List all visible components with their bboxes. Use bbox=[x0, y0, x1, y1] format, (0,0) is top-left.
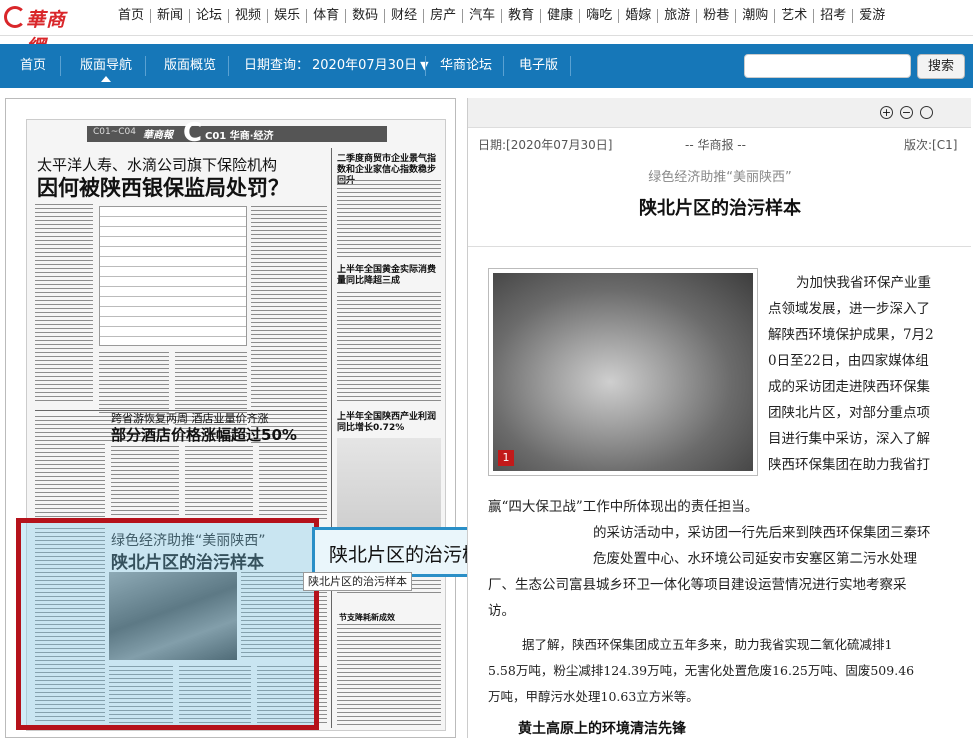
page-letter: C bbox=[183, 119, 203, 148]
top-nav-item[interactable]: 旅游 bbox=[658, 9, 698, 23]
search-input[interactable] bbox=[744, 54, 911, 78]
nav-divider bbox=[503, 56, 504, 76]
nav-forum[interactable]: 华商论坛 bbox=[440, 44, 492, 88]
photo-number-badge: 1 bbox=[498, 450, 514, 466]
article-paragraph-1-end: 赢“四大保卫战”工作中所体现出的责任担当。 bbox=[488, 499, 759, 515]
top-nav-item[interactable]: 体育 bbox=[307, 9, 347, 23]
article-line: 0日至22日，由四家媒体组 bbox=[768, 353, 929, 369]
top-nav-item[interactable]: 论坛 bbox=[190, 9, 230, 23]
top-nav-item[interactable]: 健康 bbox=[541, 9, 581, 23]
text-column bbox=[259, 446, 327, 522]
nav-divider bbox=[228, 56, 229, 76]
selected-article-hotspot[interactable] bbox=[16, 518, 319, 730]
article-line: 危废处置中心、水环境公司延安市安塞区第二污水处理 bbox=[593, 551, 917, 567]
top-nav-item[interactable]: 财经 bbox=[385, 9, 425, 23]
article-line: 陕西环保集团在助力我省打 bbox=[768, 457, 930, 473]
article-meta: 日期:[2020年07月30日] -- 华商报 -- 版次:[C1] bbox=[468, 134, 971, 156]
story1-headline: 因何被陕西银保监局处罚？ bbox=[37, 176, 289, 200]
article-line: 目进行集中采访，深入了解 bbox=[768, 431, 930, 447]
article-line: 团陕北片区，对部分重点项 bbox=[768, 405, 930, 421]
article-date: 日期:[2020年07月30日] bbox=[478, 138, 613, 152]
zoom-in-icon[interactable]: + bbox=[880, 106, 893, 119]
article-line: 成的采访团走进陕西环保集 bbox=[768, 379, 930, 395]
article-line: 万吨，甲醇污水处理10.63立方米等。 bbox=[488, 689, 699, 704]
right-low-headline: 上半年全国陕西产业利润同比增长0.72% bbox=[337, 412, 437, 433]
date-query-label: 日期查询： bbox=[244, 58, 310, 73]
top-nav-item[interactable]: 招考 bbox=[814, 9, 854, 23]
story1-table bbox=[99, 206, 247, 346]
zoom-out-icon[interactable]: − bbox=[900, 106, 913, 119]
active-tab-indicator-icon bbox=[101, 76, 111, 82]
page-brand: 華商報 bbox=[143, 130, 173, 141]
date-query-value: 2020年07月30日 bbox=[312, 58, 418, 73]
top-nav-item[interactable]: 教育 bbox=[502, 9, 542, 23]
title-divider bbox=[468, 246, 971, 247]
article-line: 访。 bbox=[488, 603, 515, 619]
nav-divider bbox=[425, 56, 426, 76]
top-nav-item[interactable]: 艺术 bbox=[775, 9, 815, 23]
article-line: 为加快我省环保产业重 bbox=[796, 275, 931, 291]
text-column bbox=[35, 204, 93, 404]
top-nav-item[interactable]: 娱乐 bbox=[268, 9, 308, 23]
text-column bbox=[111, 446, 179, 522]
native-title-tooltip: 陕北片区的治污样本 bbox=[303, 572, 412, 591]
nav-divider bbox=[145, 56, 146, 76]
page-label: C01 华商·经济 bbox=[205, 131, 274, 142]
article-photo-image bbox=[493, 273, 753, 471]
article-panel: + − 日期:[2020年07月30日] -- 华商报 -- 版次:[C1] 绿… bbox=[467, 98, 971, 738]
article-line: 解陕西环境保护成果，7月2 bbox=[768, 327, 934, 343]
top-nav-item[interactable]: 汽车 bbox=[463, 9, 503, 23]
nav-home[interactable]: 首页 bbox=[20, 44, 46, 88]
article-line: 厂、生态公司富县城乡环卫一体化等项目建设运营情况进行实地考察采 bbox=[488, 577, 907, 593]
story2-headline: 部分酒店价格涨幅超过50% bbox=[111, 426, 297, 444]
article-paragraph-3: 据了解，陕西环保集团成立五年多来，助力我省实现二氧化硫减排1 5.58万吨，粉尘… bbox=[488, 632, 971, 710]
top-nav-item[interactable]: 爱游 bbox=[853, 9, 891, 23]
article-source: -- 华商报 -- bbox=[685, 138, 746, 152]
text-column bbox=[337, 180, 441, 258]
top-nav-item[interactable]: 嗨吃 bbox=[580, 9, 620, 23]
text-column bbox=[337, 292, 441, 402]
text-column bbox=[35, 416, 105, 522]
top-nav-item[interactable]: 婚嫁 bbox=[619, 9, 659, 23]
top-nav-item[interactable]: 视频 bbox=[229, 9, 269, 23]
page-section-range: C01~C04 bbox=[93, 127, 137, 137]
site-logo[interactable]: 華商網 bbox=[4, 4, 74, 58]
logo-mark-icon bbox=[4, 6, 26, 28]
reset-zoom-icon[interactable] bbox=[920, 106, 933, 119]
nav-divider bbox=[570, 56, 571, 76]
top-nav-item[interactable]: 潮购 bbox=[736, 9, 776, 23]
top-nav-item[interactable]: 粉巷 bbox=[697, 9, 737, 23]
article-kicker: 绿色经济助推“美丽陕西” bbox=[648, 170, 792, 185]
top-nav-item[interactable]: 首页 bbox=[112, 9, 152, 23]
top-nav: 首页 新闻 论坛 视频 娱乐 体育 数码 财经 房产 汽车 教育 健康 嗨吃 婚嫁 旅游 粉巷 潮购 艺术 招考 爱游 bbox=[112, 9, 891, 23]
column-rule bbox=[331, 148, 332, 728]
nav-divider bbox=[60, 56, 61, 76]
top-bar: 華商網 首页新闻论坛视频娱乐体育数码财经房产汽车教育健康嗨吃婚嫁旅游粉巷潮购艺术… bbox=[0, 0, 973, 58]
search-button[interactable]: 搜索 bbox=[917, 54, 965, 79]
article-line: 的采访活动中，采访团一行先后来到陕西环保集团三秦环 bbox=[593, 525, 931, 541]
article-photo[interactable]: 1 bbox=[488, 268, 758, 476]
nav-epaper[interactable]: 电子版 bbox=[519, 44, 558, 88]
article-paragraph-1: 为加快我省环保产业重 点领域发展，进一步深入了 解陕西环境保护成果，7月2 0日… bbox=[768, 270, 968, 478]
right-mid-headline: 上半年全国黄金实际消费量同比降超三成 bbox=[337, 265, 437, 286]
article-subheading: 黄土高原上的环境清洁先锋 bbox=[518, 721, 686, 737]
top-nav-item[interactable]: 数码 bbox=[346, 9, 386, 23]
text-column bbox=[337, 624, 441, 728]
article-line: 据了解，陕西环保集团成立五年多来，助力我省实现二氧化硫减排1 bbox=[522, 637, 893, 652]
date-query-select[interactable]: 2020年07月30日▼ bbox=[312, 44, 429, 88]
article-title: 陕北片区的治污样本 bbox=[639, 198, 801, 219]
top-nav-item[interactable]: 新闻 bbox=[151, 9, 191, 23]
article-line: 5.58万吨，粉尘减排124.39万吨，无害化处置危废16.25万吨、固废509… bbox=[488, 663, 915, 678]
article-toolbar: + − bbox=[468, 98, 971, 128]
article-page: 版次:[C1] bbox=[904, 138, 958, 152]
text-column bbox=[185, 446, 253, 522]
article-line: 点领域发展，进一步深入了 bbox=[768, 301, 930, 317]
right-bottom-label: 节支降耗新成效 bbox=[339, 613, 395, 622]
infographic bbox=[337, 438, 441, 528]
nav-layout-overview[interactable]: 版面概览 bbox=[164, 44, 216, 88]
top-nav-item[interactable]: 房产 bbox=[424, 9, 464, 23]
